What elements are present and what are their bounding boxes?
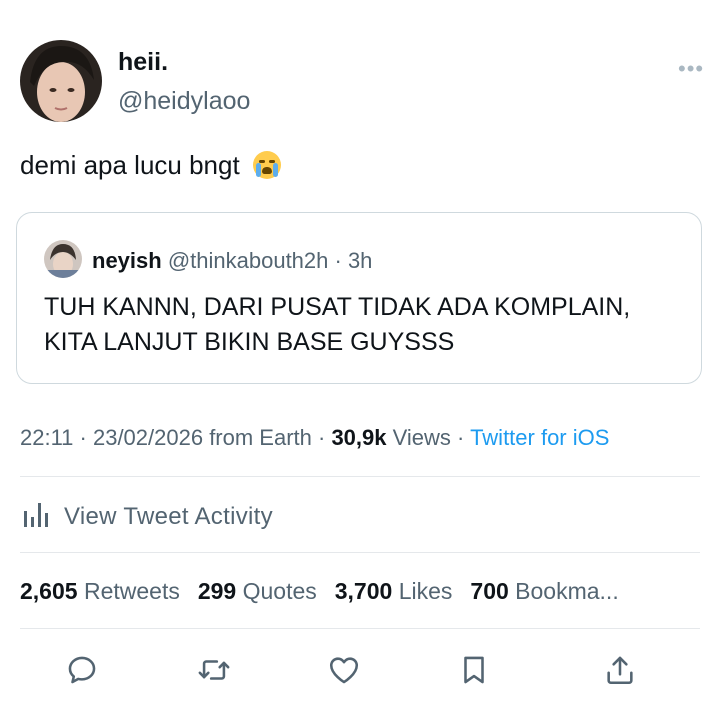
author-handle[interactable]: @heidylaoo: [118, 87, 250, 116]
retweets-stat[interactable]: 2,605 Retweets: [20, 578, 180, 604]
likes-label: Likes: [398, 578, 453, 604]
view-activity-label: View Tweet Activity: [64, 503, 273, 530]
bookmarks-label: Bookma...: [515, 578, 619, 604]
quoted-meta: @thinkabouth2h · 3h: [167, 248, 373, 273]
quoted-header: neyish @thinkabouth2h · 3h: [92, 248, 372, 274]
tweet-text: demi apa lucu bngt: [20, 150, 281, 181]
quoted-tweet-text: TUH KANNN, DARI PUSAT TIDAK ADA KOMPLAIN…: [44, 293, 631, 356]
tweet-meta: 22:11 · 23/02/2026 from Earth · 30,9k Vi…: [20, 425, 609, 451]
view-activity-button[interactable]: View Tweet Activity: [20, 497, 273, 537]
tweet-timestamp: 22:11 · 23/02/2026 from Earth ·: [20, 425, 332, 450]
client-link[interactable]: Twitter for iOS: [470, 425, 609, 450]
divider: [20, 552, 700, 553]
likes-count: 3,700: [334, 578, 393, 604]
quotes-label: Quotes: [242, 578, 317, 604]
analytics-icon: [20, 499, 52, 536]
retweets-label: Retweets: [83, 578, 180, 604]
retweets-count: 2,605: [20, 578, 78, 604]
likes-stat[interactable]: 3,700 Likes: [335, 578, 453, 604]
divider: [20, 628, 700, 629]
more-icon[interactable]: •••: [678, 56, 704, 82]
quoted-author-avatar: [44, 240, 82, 278]
bookmarks-stat[interactable]: 700 Bookma...: [470, 578, 618, 604]
author-display-name[interactable]: heii.: [118, 48, 168, 77]
reply-icon[interactable]: [62, 650, 102, 690]
views-label: Views ·: [386, 425, 471, 450]
like-icon[interactable]: [324, 650, 364, 690]
bookmark-icon[interactable]: [454, 650, 494, 690]
retweet-icon[interactable]: [194, 650, 234, 690]
quotes-count: 299: [197, 578, 237, 604]
quoted-display-name: neyish: [92, 248, 162, 273]
author-avatar[interactable]: [20, 40, 102, 122]
divider: [20, 476, 700, 477]
views-count: 30,9k: [331, 425, 387, 450]
tweet-text-content: demi apa lucu bngt: [20, 150, 240, 180]
engagement-stats: 2,605 Retweets 299 Quotes 3,700 Likes 700 B…: [20, 578, 619, 605]
quotes-stat[interactable]: 299 Quotes: [198, 578, 317, 604]
bookmarks-count: 700: [470, 578, 509, 604]
loudly-crying-face-icon: [252, 151, 281, 179]
share-icon[interactable]: [600, 650, 640, 690]
